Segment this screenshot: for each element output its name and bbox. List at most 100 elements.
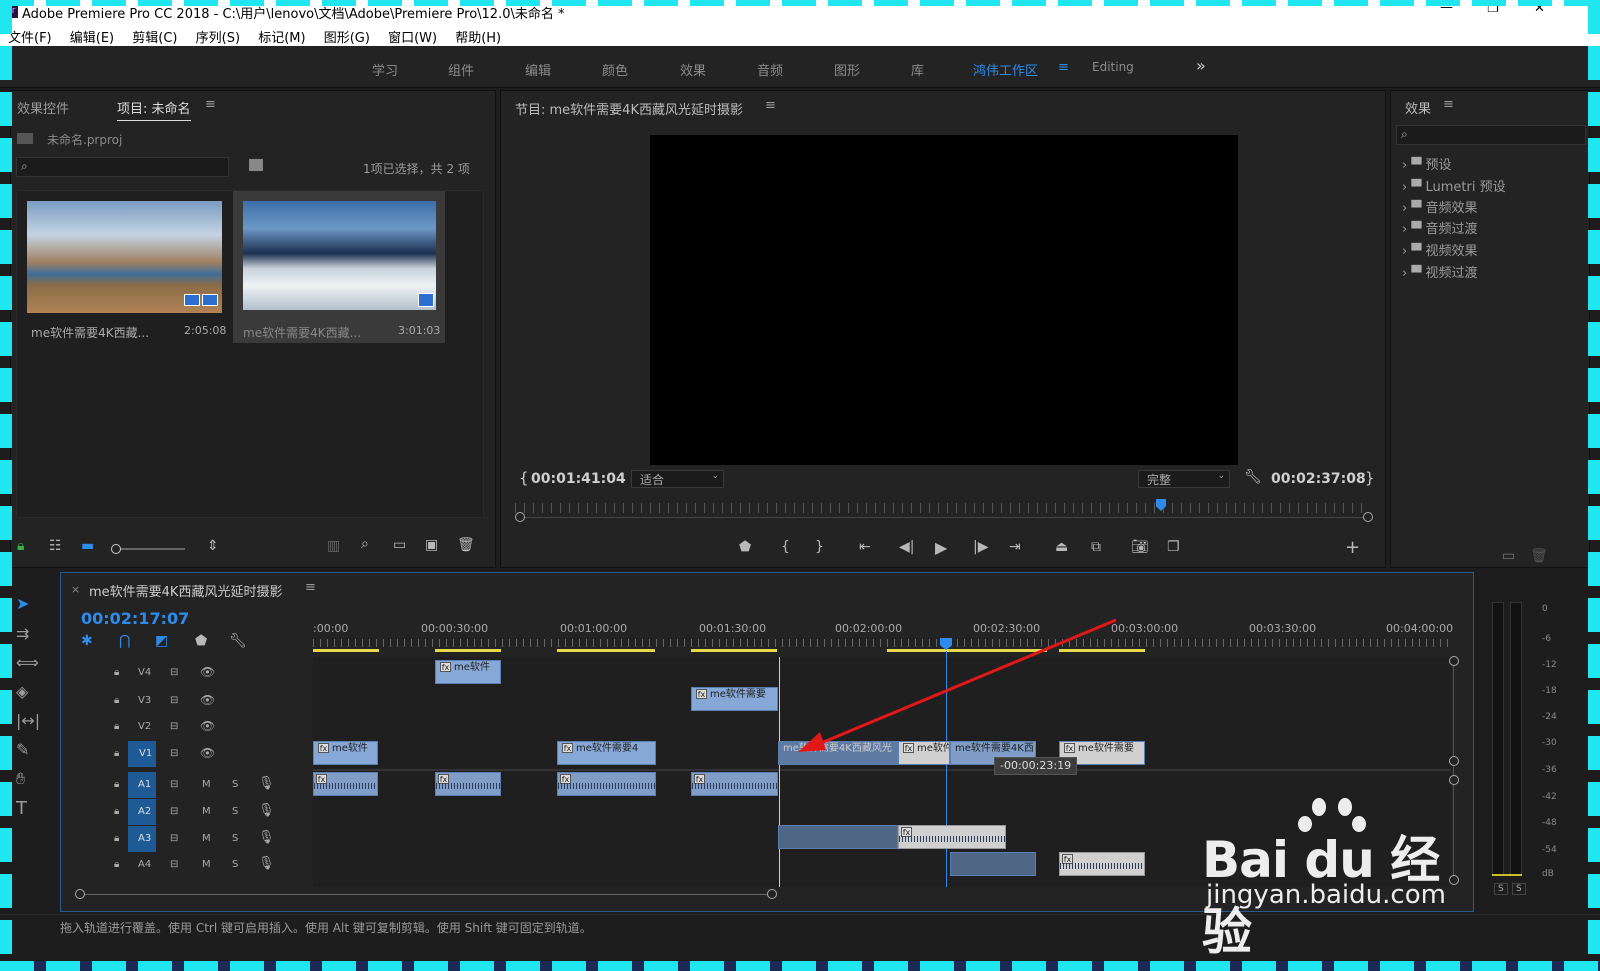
workspace-editing[interactable]: 编辑	[525, 60, 551, 79]
scroll-handle-left[interactable]	[75, 889, 85, 899]
lock-icon[interactable]: 🔒︎	[114, 695, 119, 706]
sync-lock-icon[interactable]: ⊟	[170, 667, 178, 678]
workspace-effects[interactable]: 效果	[680, 60, 706, 79]
mute-button[interactable]: M	[202, 833, 211, 844]
timeline-timecode[interactable]: 00:02:17:07	[81, 609, 189, 628]
microphone-icon[interactable]: 🎙︎	[258, 776, 275, 791]
sync-lock-icon[interactable]: ⊟	[170, 806, 178, 817]
panel-menu-icon[interactable]: ≡	[1443, 97, 1454, 112]
lock-icon[interactable]: 🔒︎	[114, 779, 119, 790]
clip-v1-b[interactable]: fx me软件需要4	[557, 741, 656, 765]
effects-folder-audio-transitions[interactable]: › ▀ 音频过渡	[1402, 218, 1478, 237]
new-item-icon[interactable]: ▣	[425, 537, 438, 553]
workspace-libraries[interactable]: 库	[911, 60, 924, 79]
more-workspaces-icon[interactable]: »	[1196, 56, 1206, 75]
track-target-a1[interactable]: A1	[128, 772, 156, 798]
add-marker-icon[interactable]: ⬟	[195, 633, 207, 649]
new-search-bin-icon[interactable]	[249, 159, 263, 171]
solo-button[interactable]: S	[232, 833, 238, 844]
automate-sequence-icon[interactable]: ▥	[327, 538, 340, 554]
workspace-menu-icon[interactable]: ≡	[1058, 60, 1069, 75]
solo-button[interactable]: S	[232, 779, 238, 790]
audio-clip-a3-dragging[interactable]	[778, 825, 898, 849]
hand-tool-icon[interactable]: ✋︎	[16, 769, 25, 789]
eye-icon[interactable]: 👁︎	[200, 665, 215, 679]
workspace-learn[interactable]: 学习	[372, 60, 398, 79]
panel-menu-icon[interactable]: ≡	[765, 98, 776, 113]
sync-lock-icon[interactable]: ⊟	[170, 748, 178, 759]
lock-icon[interactable]: 🔒︎	[17, 538, 24, 554]
effects-folder-presets[interactable]: › ▀ 预设	[1402, 154, 1452, 173]
video-preview[interactable]	[650, 135, 1238, 465]
sequence-tab[interactable]: me软件需要4K西藏风光延时摄影	[89, 581, 282, 600]
menu-sequence[interactable]: 序列(S)	[196, 31, 240, 46]
solo-left-button[interactable]: S	[1494, 883, 1508, 895]
lock-icon[interactable]: 🔒︎	[114, 667, 119, 678]
zoom-slider-handle[interactable]	[111, 544, 121, 554]
tab-effect-controls[interactable]: 效果控件	[17, 98, 69, 117]
audio-clip-a1[interactable]: fx	[313, 772, 378, 796]
v-scroll-handle[interactable]	[1449, 656, 1459, 666]
snap-icon[interactable]: ⋂	[119, 633, 130, 649]
clip-v1-a[interactable]: fx me软件	[313, 741, 378, 765]
scroll-handle-right[interactable]	[767, 889, 777, 899]
scroll-handle-right[interactable]	[1363, 512, 1373, 522]
razor-tool-icon[interactable]: ◈	[16, 682, 28, 701]
clip-v3[interactable]: fx me软件需要	[691, 687, 778, 711]
sync-lock-icon[interactable]: ⊟	[170, 721, 178, 732]
menu-file[interactable]: 文件(F)	[8, 31, 52, 46]
panel-menu-icon[interactable]: ≡	[305, 580, 316, 595]
effects-folder-audio-effects[interactable]: › ▀ 音频效果	[1402, 197, 1478, 216]
lock-icon[interactable]: 🔒︎	[114, 833, 119, 844]
linked-selection-icon[interactable]: ◩	[155, 633, 168, 649]
menu-edit[interactable]: 编辑(E)	[70, 31, 114, 46]
workspace-custom[interactable]: 鸿伟工作区	[973, 60, 1038, 79]
button-editor-icon[interactable]: +	[1345, 537, 1360, 558]
lock-icon[interactable]: 🔒︎	[114, 748, 119, 759]
clip-v4[interactable]: fx me软件	[435, 660, 501, 684]
trash-icon[interactable]: 🗑︎	[1530, 548, 1548, 564]
type-tool-icon[interactable]: T	[16, 798, 27, 819]
project-search-input[interactable]: ⌕	[16, 157, 229, 177]
zoom-slider[interactable]	[111, 544, 185, 554]
menu-help[interactable]: 帮助(H)	[455, 31, 501, 46]
sync-lock-icon[interactable]: ⊟	[170, 833, 178, 844]
quality-dropdown[interactable]: 完整 ⌄	[1138, 470, 1230, 488]
audio-clip-a4-dragging[interactable]	[950, 852, 1036, 876]
selection-tool-icon[interactable]: ➤	[16, 594, 29, 613]
icon-view-icon[interactable]: ▬	[81, 538, 94, 554]
play-icon[interactable]: ▶	[935, 538, 947, 557]
sort-icon[interactable]: ⇕	[207, 538, 219, 554]
solo-button[interactable]: S	[232, 859, 238, 870]
comparison-view-icon[interactable]: ❐	[1167, 539, 1180, 555]
clip-thumbnail-2[interactable]	[243, 201, 436, 310]
track-target-a2[interactable]: A2	[128, 799, 156, 825]
lock-icon[interactable]: 🔒︎	[114, 806, 119, 817]
solo-button[interactable]: S	[232, 806, 238, 817]
audio-clip-a1[interactable]: fx	[557, 772, 656, 796]
sync-lock-icon[interactable]: ⊟	[170, 779, 178, 790]
lock-icon[interactable]: 🔒︎	[114, 721, 119, 732]
audio-clip-a3[interactable]: fx	[898, 825, 1006, 849]
track-target-v1[interactable]: V1	[128, 741, 156, 767]
workspace-editing-en[interactable]: Editing	[1092, 60, 1134, 74]
track-target-a3[interactable]: A3	[128, 826, 156, 852]
microphone-icon[interactable]: 🎙︎	[258, 830, 275, 845]
effects-folder-video-transitions[interactable]: › ▀ 视频过渡	[1402, 262, 1478, 281]
lock-icon[interactable]: 🔒︎	[114, 859, 119, 870]
eye-icon[interactable]: 👁︎	[200, 693, 215, 707]
zoom-scrollbar[interactable]	[515, 512, 1373, 525]
timeline-scrollbar[interactable]	[75, 889, 777, 899]
tab-project[interactable]: 项目: 未命名	[117, 98, 191, 121]
timeline-settings-icon[interactable]: 🔧︎	[229, 633, 247, 649]
new-bin-icon[interactable]: ▭	[1502, 548, 1515, 564]
audio-clip-a1[interactable]: fx	[435, 772, 501, 796]
eye-icon[interactable]: 👁︎	[200, 719, 215, 733]
new-bin-icon[interactable]: ▭	[393, 537, 406, 553]
trash-icon[interactable]: 🗑︎	[457, 537, 475, 553]
list-view-icon[interactable]: ☷	[49, 538, 62, 554]
v-scroll-handle[interactable]	[1449, 775, 1459, 785]
lift-icon[interactable]: ⏏︎	[1055, 539, 1068, 555]
mute-button[interactable]: M	[202, 859, 211, 870]
mark-in-icon[interactable]: {	[781, 539, 790, 555]
